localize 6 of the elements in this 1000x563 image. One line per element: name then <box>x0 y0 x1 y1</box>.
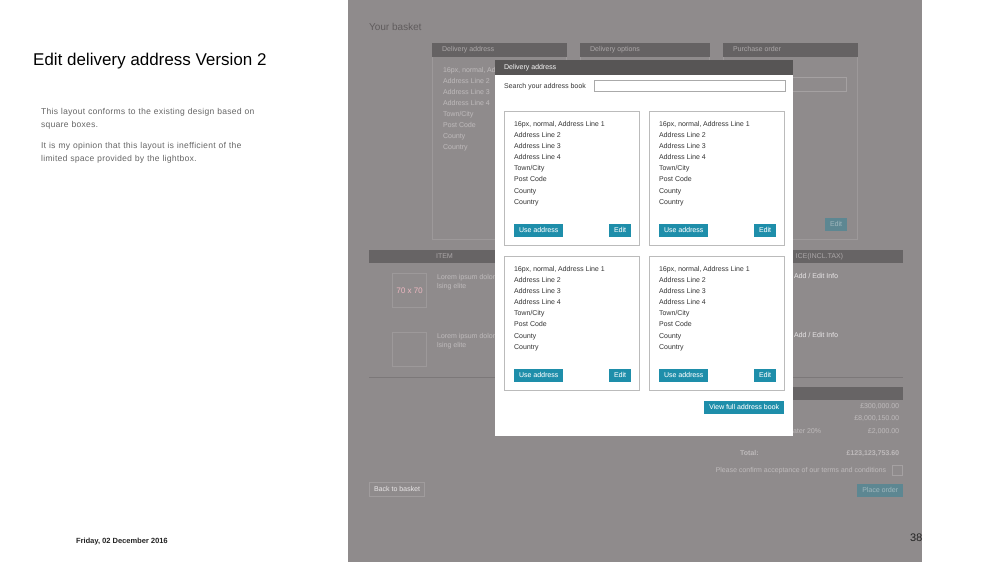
note-paragraph: It is my opinion that this layout is inefficient of the limited space provided by the lightbox. <box>41 139 243 165</box>
image-size-label: 70 x 70 <box>396 286 423 295</box>
note-paragraph: This layout conforms to the existing design based on square boxes. <box>41 105 256 131</box>
slide-title: Edit delivery address Version 2 <box>33 50 268 70</box>
page-number: 38 <box>910 532 922 544</box>
search-field[interactable] <box>594 80 786 92</box>
